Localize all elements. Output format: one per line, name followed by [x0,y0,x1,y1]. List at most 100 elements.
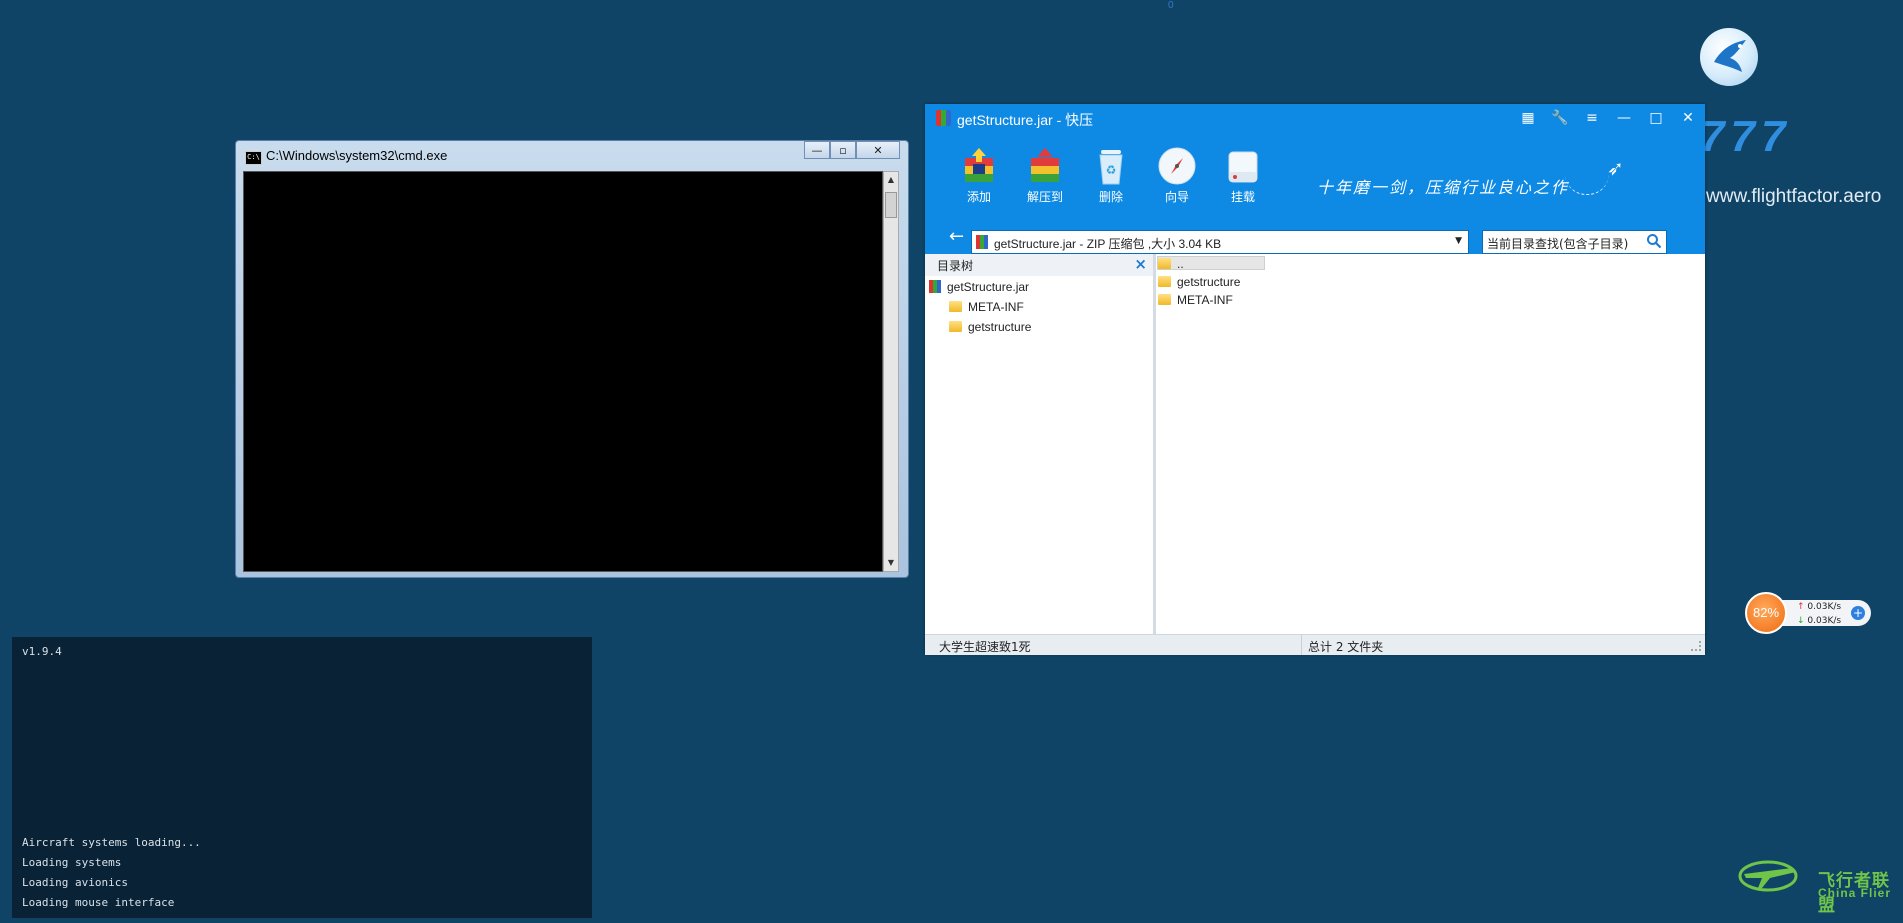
cmd-title: C:\Windows\system32\cmd.exe [266,148,448,163]
tree-header: 目录树 × [925,254,1153,276]
console-line: Loading systems [22,856,122,869]
status-news-link[interactable]: 大学生超速致1死 [939,638,1031,655]
plane-trail [1565,174,1609,195]
loading-console: v1.9.4 Aircraft systems loading... Loadi… [12,637,592,918]
chevron-down-icon[interactable]: ▼ [1455,236,1462,246]
delete-label: 删除 [1098,190,1123,204]
scroll-thumb[interactable] [885,192,897,218]
search-box[interactable]: 当前目录查找(包含子目录) [1482,230,1667,254]
svg-text:♻: ♻ [1106,163,1117,177]
file-item-label: .. [1177,257,1184,271]
archive-icon [976,235,988,249]
resize-grip[interactable] [1691,641,1701,651]
download-speed-value: 0.03K/s [1807,616,1842,626]
address-bar[interactable]: getStructure.jar - ZIP 压缩包 ,大小 3.04 KB ▼ [971,230,1469,254]
tree-item-label: META-INF [968,300,1024,314]
console-log: Aircraft systems loading... Loading syst… [22,833,201,913]
network-monitor-widget[interactable]: 82% ↑ 0.03K/s ↓ 0.03K/s + [1745,592,1871,634]
jar-icon [929,280,941,293]
console-line: Loading mouse interface [22,896,175,909]
search-input[interactable]: 当前目录查找(包含子目录) [1487,235,1628,252]
plus-icon[interactable]: + [1851,606,1865,620]
brand-mark: 777 [1700,112,1792,161]
tree-item-label: getstructure [968,320,1032,334]
status-divider [1301,635,1302,655]
upload-speed: ↑ 0.03K/s [1797,602,1841,612]
folder-icon [949,301,962,312]
recycle-bin-icon: ♻ [1091,146,1131,186]
extract-archive-icon [1025,146,1065,186]
status-summary: 总计 2 文件夹 [1308,640,1384,654]
menu-dropdown-icon[interactable]: ≡ [1583,109,1601,127]
file-item-getstructure[interactable]: getstructure [1158,275,1240,289]
mount-button[interactable]: 挂载 [1215,146,1271,205]
file-item-meta-inf[interactable]: META-INF [1158,293,1233,307]
tree-item-getstructure[interactable]: getstructure [949,320,1031,334]
wrench-icon[interactable]: 🔧 [1551,109,1569,127]
folder-icon [1158,276,1171,287]
paper-plane-icon: ➶ [1607,156,1624,180]
bird-logo-icon [1700,28,1758,86]
download-speed: ↓ 0.03K/s [1797,616,1841,626]
cmd-console-area[interactable] [243,171,883,572]
console-line: Aircraft systems loading... [22,836,201,849]
upload-arrow-icon: ↑ [1797,602,1808,612]
maximize-button[interactable]: ▫ [830,141,856,159]
grid-view-icon[interactable]: ▦ [1519,109,1537,127]
extract-button[interactable]: 解压到 [1017,146,1073,205]
archive-app-icon [936,110,951,126]
wizard-button[interactable]: 向导 [1149,146,1205,205]
directory-tree-pane: 目录树 × getStructure.jar META-INF getstruc… [925,254,1156,634]
minimize-button[interactable]: — [1615,109,1633,127]
delete-button[interactable]: ♻ 删除 [1083,146,1139,205]
close-button[interactable]: ✕ [856,141,900,159]
tree-title: 目录树 [937,259,974,273]
folder-icon [1158,294,1171,305]
address-text: getStructure.jar - ZIP 压缩包 ,大小 3.04 KB [994,237,1222,251]
search-icon[interactable] [1646,233,1662,249]
scroll-up-icon[interactable]: ▲ [884,172,898,188]
close-button[interactable]: ✕ [1679,109,1697,127]
file-item-label: getstructure [1177,275,1241,289]
scroll-down-icon[interactable]: ▼ [884,555,898,571]
back-arrow-icon[interactable]: ← [949,226,964,247]
mount-label: 挂载 [1230,190,1255,204]
drive-icon [1223,146,1263,186]
file-item-label: META-INF [1177,293,1233,307]
wizard-label: 向导 [1164,190,1189,204]
cmd-icon: C:\ [245,151,262,165]
brand-url: www.flightfactor.aero [1706,186,1882,207]
console-version: v1.9.4 [22,645,62,658]
tree-item-root[interactable]: getStructure.jar [929,280,1029,294]
upload-speed-value: 0.03K/s [1807,602,1842,612]
folder-icon [1158,258,1171,269]
tree-item-label: getStructure.jar [947,280,1030,294]
slogan: 十年磨一剑，压缩行业良心之作 [1317,178,1570,197]
add-button[interactable]: 添加 [951,146,1007,205]
download-arrow-icon: ↓ [1797,616,1808,626]
extract-label: 解压到 [1026,190,1063,204]
tree-item-meta-inf[interactable]: META-INF [949,300,1024,314]
china-flier-logo-icon [1736,852,1806,896]
compass-icon [1157,146,1197,186]
watermark-en: China Flier [1818,886,1892,900]
memory-percent[interactable]: 82% [1745,592,1787,634]
maximize-button[interactable]: □ [1647,109,1665,127]
console-line: Loading avionics [22,876,128,889]
folder-icon [949,321,962,332]
close-icon[interactable]: × [1134,255,1147,273]
kuaiya-title: getStructure.jar - 快压 [957,112,1094,128]
kuaiya-window-controls: ▦ 🔧 ≡ — □ ✕ [1519,109,1697,127]
status-bar: 大学生超速致1死 总计 2 文件夹 [925,634,1705,655]
file-list-pane: .. getstructure META-INF [1156,254,1705,634]
add-archive-icon [959,146,999,186]
minimize-button[interactable]: — [804,141,830,159]
cmd-window-controls: — ▫ ✕ [804,141,900,159]
file-item-parent[interactable]: .. [1158,257,1184,271]
add-label: 添加 [966,190,991,204]
cmd-scrollbar[interactable]: ▲ ▼ [883,171,899,572]
kuaiya-header: getStructure.jar - 快压 ▦ 🔧 ≡ — □ ✕ 添加 解压到… [925,104,1705,254]
cmd-window[interactable]: C:\ C:\Windows\system32\cmd.exe — ▫ ✕ ▲ … [235,140,909,578]
top-marker: 0 [1168,0,1174,11]
kuaiya-window[interactable]: getStructure.jar - 快压 ▦ 🔧 ≡ — □ ✕ 添加 解压到… [925,104,1705,655]
